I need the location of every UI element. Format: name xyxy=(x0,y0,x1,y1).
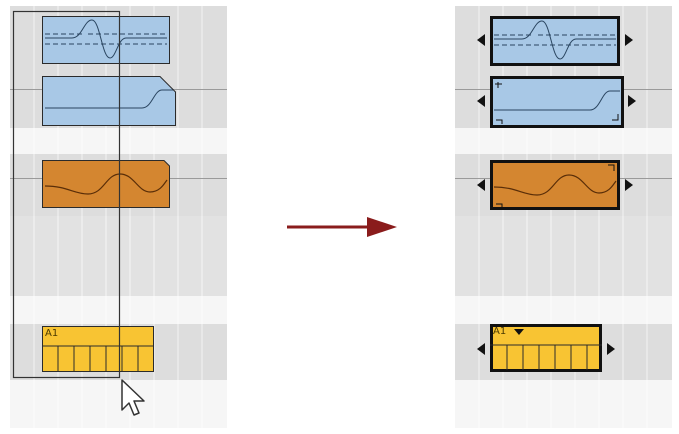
trim-left-handle[interactable] xyxy=(477,179,485,191)
audio-clip-2-selected[interactable] xyxy=(490,76,624,128)
track-lane xyxy=(455,296,672,324)
selection-marquee xyxy=(12,10,121,379)
track-lane xyxy=(455,380,672,428)
mouse-pointer-icon xyxy=(121,379,145,416)
audio-clip-1-selected[interactable] xyxy=(490,16,620,66)
trim-right-handle[interactable] xyxy=(607,343,615,355)
trim-right-handle[interactable] xyxy=(625,179,633,191)
trim-left-handle[interactable] xyxy=(477,34,485,46)
trim-left-handle[interactable] xyxy=(477,95,485,107)
arrow-right-icon xyxy=(287,217,397,237)
midi-clip-label: A1 xyxy=(493,326,507,337)
track-lane xyxy=(455,128,672,154)
arrangement-panel-before: A1 xyxy=(10,6,227,428)
track-lane xyxy=(455,216,672,296)
midi-clip-selected[interactable]: A1 xyxy=(490,324,602,372)
trim-right-handle[interactable] xyxy=(628,95,636,107)
arrangement-panel-after: A1 xyxy=(455,6,672,428)
trim-right-handle[interactable] xyxy=(625,34,633,46)
envelope-clip-selected[interactable] xyxy=(490,160,620,210)
clip-menu-icon[interactable] xyxy=(514,329,524,335)
trim-left-handle[interactable] xyxy=(477,343,485,355)
